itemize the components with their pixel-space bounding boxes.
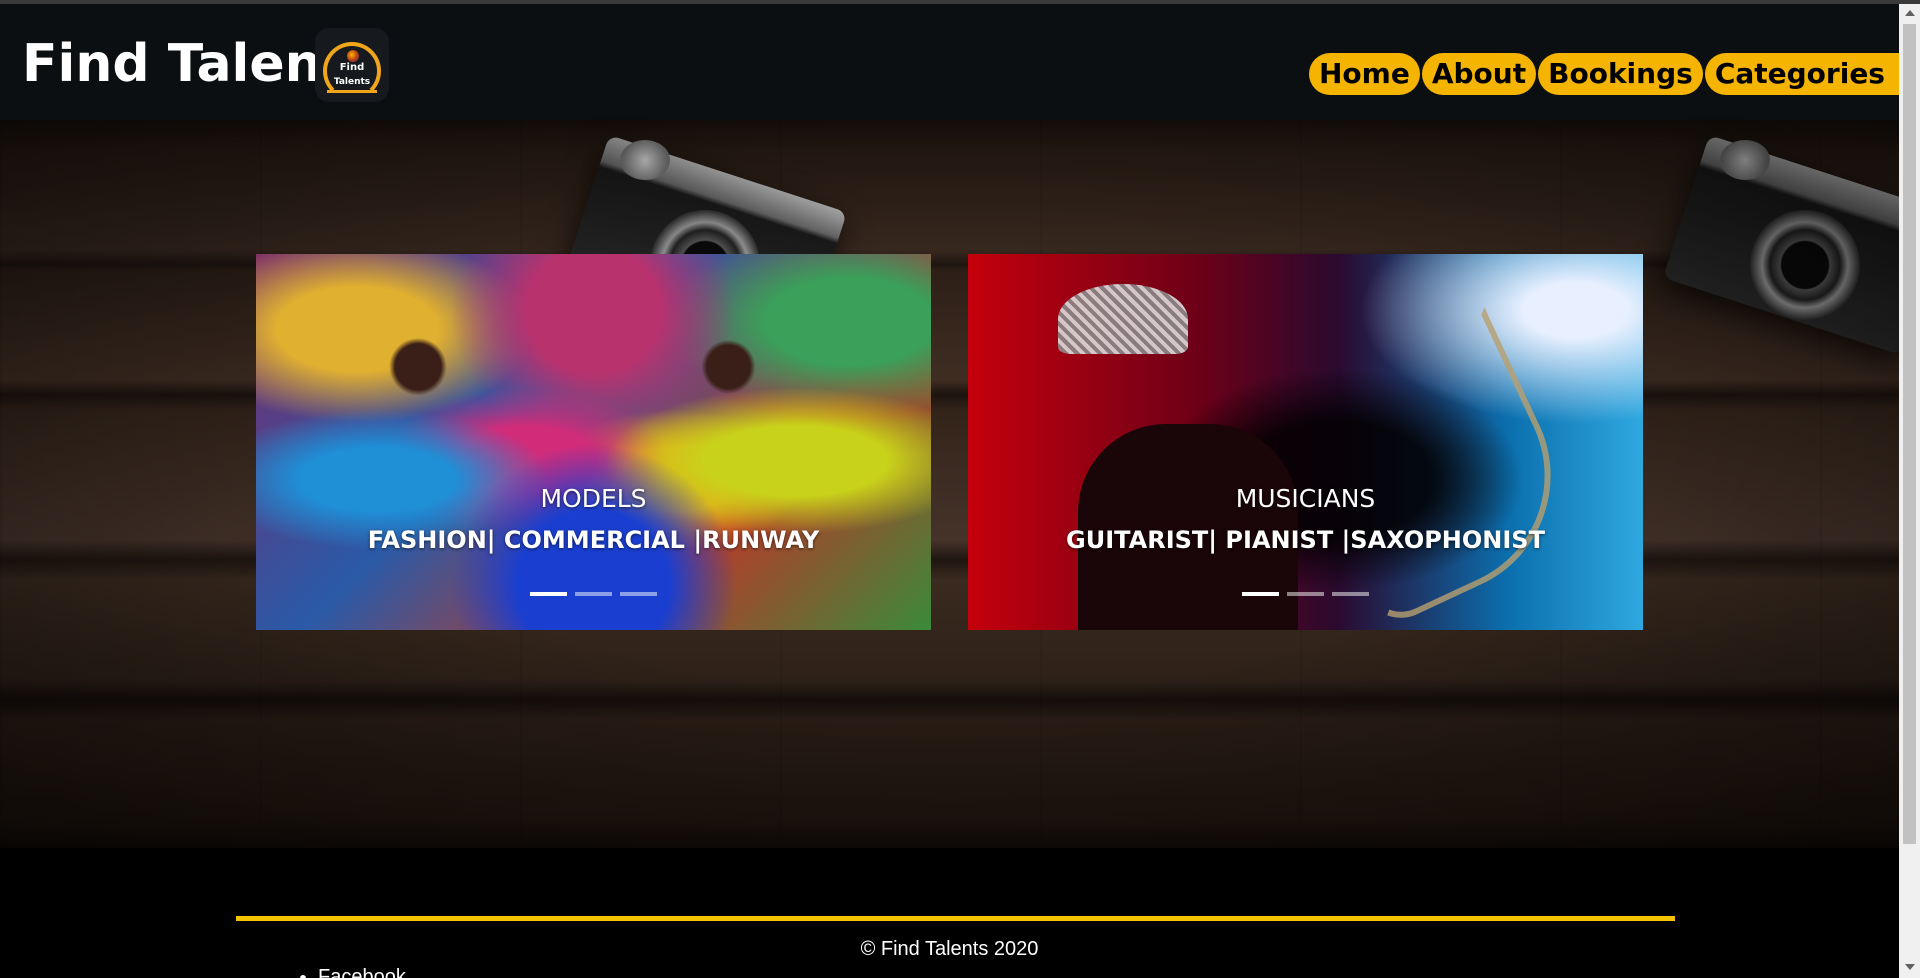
nav-about-label: About [1431, 57, 1527, 90]
carousel-indicator-3[interactable] [620, 592, 657, 596]
carousel-indicators [256, 592, 931, 596]
nav-bookings-label: Bookings [1548, 57, 1693, 90]
carousel-indicator-1[interactable] [1242, 592, 1279, 596]
footer: © Find Talents 2020 Facebook [0, 878, 1899, 978]
carousel-indicators [968, 592, 1643, 596]
nav-about-link[interactable]: About [1421, 53, 1537, 95]
footer-copyright: © Find Talents 2020 [860, 938, 1039, 960]
carousel-indicator-3[interactable] [1332, 592, 1369, 596]
logo-text-line1: Find [339, 62, 365, 73]
main-nav: Home About Bookings Categories [1309, 53, 1920, 95]
saxophone-image [1275, 307, 1591, 630]
carousel-title: MUSICIANS [1235, 484, 1376, 513]
nav-home-label: Home [1319, 57, 1410, 90]
globe-icon [347, 50, 359, 62]
carousel-indicator-1[interactable] [530, 592, 567, 596]
navbar: Find Talents Find Talents Home About Boo… [0, 4, 1920, 120]
nav-home-link[interactable]: Home [1309, 53, 1420, 95]
social-links: Facebook [288, 966, 406, 978]
scrollbar-thumb[interactable] [1903, 24, 1916, 844]
musician-cap [1058, 284, 1188, 354]
footer-accent-line [236, 916, 1675, 921]
page-scrollbar[interactable] [1899, 4, 1920, 978]
nav-categories-label: Categories [1714, 57, 1885, 90]
camera-image-right [1660, 130, 1920, 370]
logo-underline [327, 90, 377, 93]
carousel-subtitle: FASHION| COMMERCIAL |RUNWAY [367, 526, 820, 554]
logo-text-line2: Talents [333, 77, 371, 87]
carousel-musicians[interactable]: MUSICIANS GUITARIST| PIANIST |SAXOPHONIS… [968, 254, 1643, 630]
carousel-indicator-2[interactable] [1287, 592, 1324, 596]
carousel-title: MODELS [540, 484, 647, 513]
scroll-down-arrow-icon[interactable] [1905, 964, 1915, 970]
brand-logo[interactable]: Find Talents [315, 28, 389, 102]
carousel-indicator-2[interactable] [575, 592, 612, 596]
carousel-subtitle: GUITARIST| PIANIST |SAXOPHONIST [1066, 526, 1545, 554]
nav-bookings-link[interactable]: Bookings [1538, 53, 1703, 95]
social-link-facebook[interactable]: Facebook [318, 966, 406, 978]
nav-categories-dropdown[interactable]: Categories [1704, 53, 1920, 95]
scroll-up-arrow-icon[interactable] [1905, 10, 1915, 16]
carousel-models[interactable]: MODELS FASHION| COMMERCIAL |RUNWAY [256, 254, 931, 630]
